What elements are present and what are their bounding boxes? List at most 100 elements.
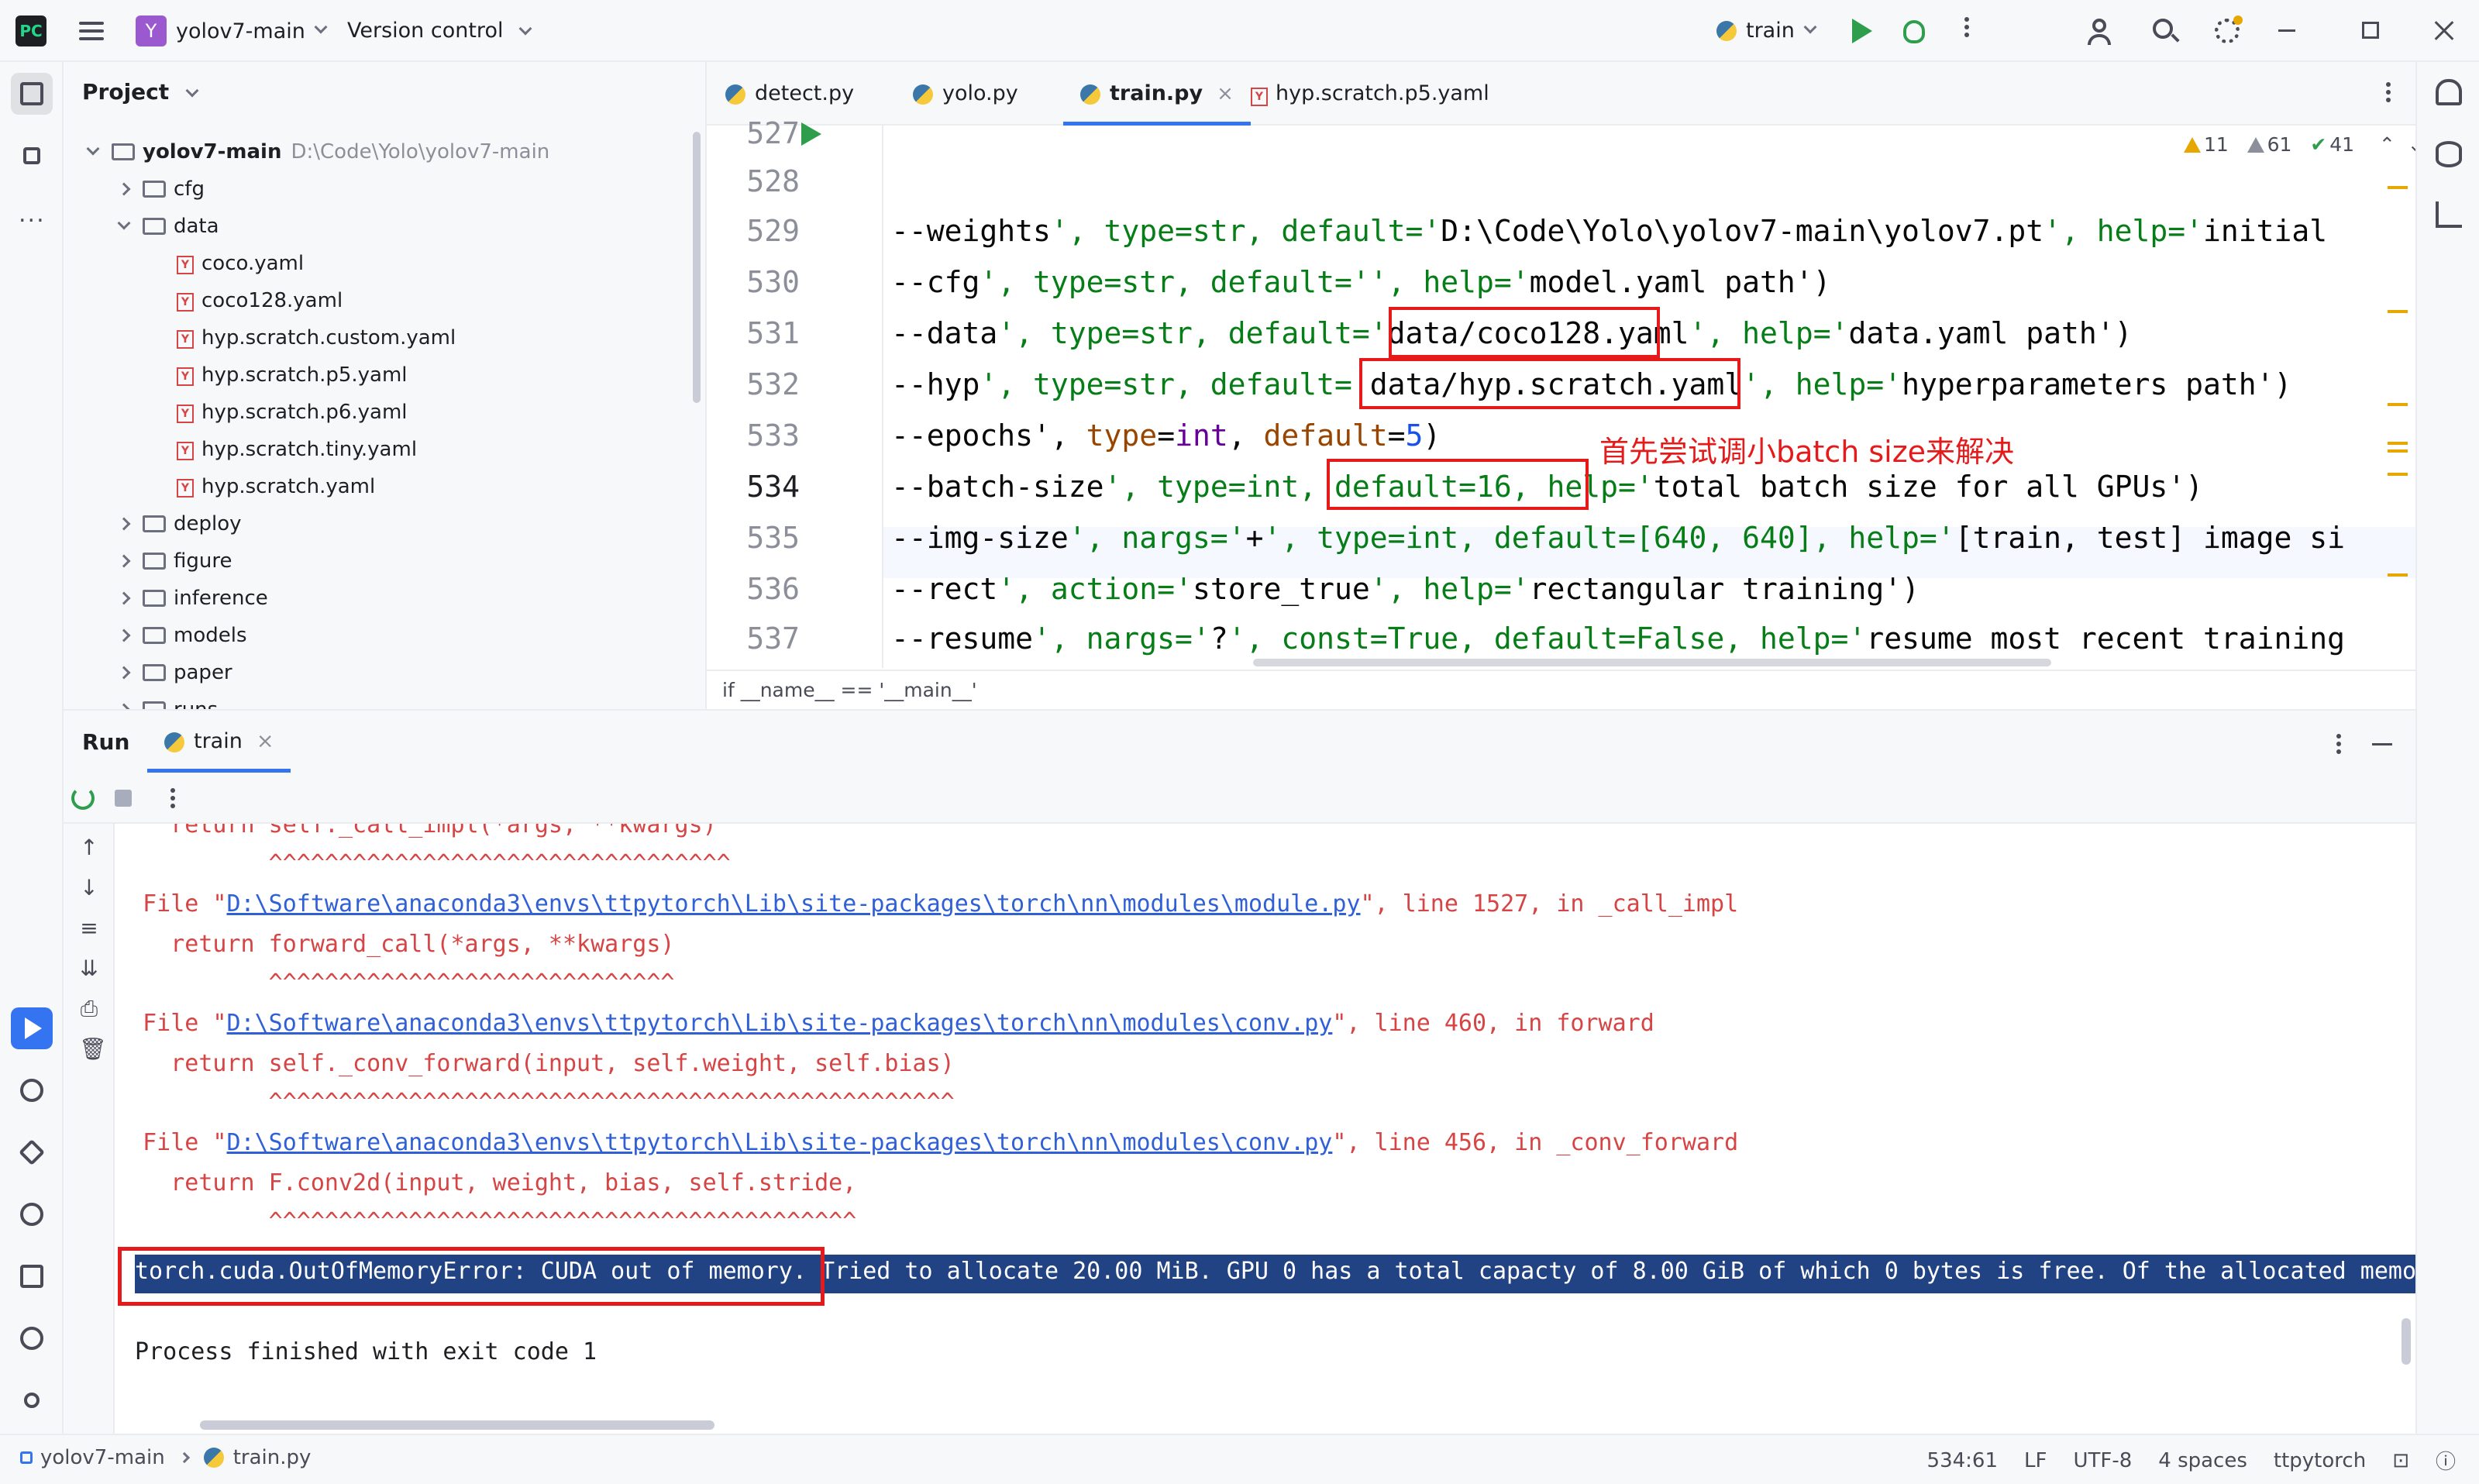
run-configuration-selector[interactable]: train xyxy=(1716,15,1817,47)
editor: detect.py yolo.py train.py × Yhyp.scratch… xyxy=(707,62,2424,710)
status-warning-icon[interactable]: ⓘ xyxy=(2436,1446,2456,1475)
project-tree-scrollbar[interactable] xyxy=(693,132,701,403)
services-tool-button[interactable] xyxy=(11,1193,53,1235)
debug-icon[interactable] xyxy=(1899,15,1930,46)
tree-folder-models[interactable]: models xyxy=(64,617,691,654)
python-packages-tool-button[interactable] xyxy=(11,1131,53,1173)
tree-folder-data[interactable]: data xyxy=(64,208,691,245)
window-close-button[interactable] xyxy=(2432,19,2457,43)
chevron-down-icon xyxy=(185,84,199,98)
status-project[interactable]: yolov7-main xyxy=(40,1446,165,1469)
tree-folder-cfg[interactable]: cfg xyxy=(64,170,691,208)
folder-icon xyxy=(143,701,166,709)
tree-folder-deploy[interactable]: deploy xyxy=(64,505,691,542)
scroll-down-icon[interactable]: ↓ xyxy=(79,875,99,900)
run-options-icon[interactable] xyxy=(2336,731,2341,757)
python-icon xyxy=(1716,21,1737,41)
tree-file-hyp-scratch-tiny-yaml[interactable]: Yhyp.scratch.tiny.yaml xyxy=(64,431,691,468)
settings-gear-icon[interactable] xyxy=(2212,15,2243,46)
weak-warning-icon xyxy=(2247,137,2264,153)
python-interpreter[interactable]: ttpytorch xyxy=(2274,1449,2366,1472)
code-line: --rect', action='store_true', help='rect… xyxy=(891,572,1920,606)
notifications-bell-icon[interactable] xyxy=(2436,79,2462,105)
structure-tool-button[interactable] xyxy=(11,135,53,177)
collapsed-arrow-icon xyxy=(117,517,131,531)
version-control-menu[interactable]: Version control xyxy=(347,15,532,47)
search-icon[interactable] xyxy=(2150,15,2181,46)
yaml-file-icon: Y xyxy=(177,256,194,274)
tab-close-icon[interactable]: × xyxy=(1217,82,1234,105)
run-more-icon[interactable] xyxy=(170,785,175,811)
indentation[interactable]: 4 spaces xyxy=(2158,1449,2247,1472)
tree-root-yolov7-main[interactable]: yolov7-main D:\Code\Yolo\yolov7-main xyxy=(64,133,691,170)
status-file[interactable]: train.py xyxy=(233,1446,312,1469)
run-tool-button[interactable] xyxy=(11,1007,53,1049)
pycharm-logo-icon[interactable]: PC xyxy=(15,15,46,46)
main-menu-icon[interactable] xyxy=(77,17,105,45)
tab-hyp-scratch-p5-yaml[interactable]: Yhyp.scratch.p5.yaml xyxy=(1251,62,1489,126)
project-switcher[interactable]: Y yolov7-main xyxy=(136,15,328,47)
tree-folder-runs[interactable]: runs xyxy=(64,691,691,709)
tree-file-coco-yaml[interactable]: Ycoco.yaml xyxy=(64,245,691,282)
problems-tool-button[interactable] xyxy=(11,1317,53,1359)
project-tool-button[interactable] xyxy=(11,73,53,115)
line-separator[interactable]: LF xyxy=(2024,1449,2047,1472)
tree-folder-paper[interactable]: paper xyxy=(64,654,691,691)
window-maximize-button[interactable] xyxy=(2362,22,2379,39)
tab-yolo-py[interactable]: yolo.py xyxy=(913,62,1018,126)
code-with-me-icon[interactable] xyxy=(2086,15,2117,46)
run-tab-close-icon[interactable]: × xyxy=(257,729,274,753)
inspection-widget[interactable]: 11 61 ✔41 ⌃ ⌄ xyxy=(2184,133,2424,156)
run-tab-train[interactable]: train × xyxy=(147,711,291,773)
line-number: 527 xyxy=(746,116,800,150)
read-only-lock-icon[interactable]: ⊡ xyxy=(2392,1449,2409,1472)
sciview-chart-icon[interactable] xyxy=(2436,201,2462,228)
tree-file-hyp-scratch-custom-yaml[interactable]: Yhyp.scratch.custom.yaml xyxy=(64,319,691,356)
database-icon[interactable] xyxy=(2436,141,2462,167)
run-icon[interactable] xyxy=(1846,15,1877,46)
collapsed-arrow-icon xyxy=(117,628,131,642)
git-tool-button[interactable] xyxy=(11,1379,53,1421)
run-gutter-icon[interactable] xyxy=(801,122,821,146)
line-number: 529 xyxy=(746,214,800,248)
highlight-box-batch-size-default xyxy=(1327,459,1589,510)
more-actions-icon[interactable] xyxy=(1951,14,1982,45)
code-line: --img-size', nargs='+', type=int, defaul… xyxy=(891,521,2346,555)
console-file-link[interactable]: D:\Software\anaconda3\envs\ttpytorch\Lib… xyxy=(227,1010,1333,1037)
scroll-to-end-icon[interactable]: ⇊ xyxy=(79,955,99,981)
editor-horizontal-scrollbar[interactable] xyxy=(1253,659,2051,666)
chevron-up-icon[interactable]: ⌃ xyxy=(2379,133,2395,156)
console-file-link[interactable]: D:\Software\anaconda3\envs\ttpytorch\Lib… xyxy=(227,890,1361,918)
tree-folder-figure[interactable]: figure xyxy=(64,542,691,580)
scroll-up-icon[interactable]: ↑ xyxy=(79,835,99,860)
tab-train-py[interactable]: train.py × xyxy=(1063,62,1251,126)
tree-item-label: runs xyxy=(174,698,218,709)
run-icon xyxy=(25,1017,42,1039)
hide-panel-icon[interactable] xyxy=(2372,742,2392,745)
soft-wrap-icon[interactable]: ≡ xyxy=(79,915,99,941)
tree-folder-inference[interactable]: inference xyxy=(64,580,691,617)
window-minimize-button[interactable] xyxy=(2278,29,2295,32)
code-breadcrumb[interactable]: if __name__ == '__main__' xyxy=(707,670,2415,710)
tree-file-hyp-scratch-p6-yaml[interactable]: Yhyp.scratch.p6.yaml xyxy=(64,394,691,431)
rerun-icon[interactable] xyxy=(71,787,95,810)
more-dots-icon: ... xyxy=(19,201,46,228)
project-panel-title[interactable]: Project xyxy=(82,79,199,105)
stop-icon[interactable] xyxy=(115,790,132,807)
tree-file-hyp-scratch-p5-yaml[interactable]: Yhyp.scratch.p5.yaml xyxy=(64,356,691,394)
clear-all-trash-icon[interactable]: 🗑 xyxy=(79,1036,107,1062)
console-file-link[interactable]: D:\Software\anaconda3\envs\ttpytorch\Lib… xyxy=(227,1129,1333,1156)
console-vertical-scrollbar[interactable] xyxy=(2402,1318,2411,1365)
more-tools-button[interactable]: ... xyxy=(11,194,53,236)
tree-file-coco128-yaml[interactable]: Ycoco128.yaml xyxy=(64,282,691,319)
collapsed-arrow-icon xyxy=(117,591,131,605)
caret-position[interactable]: 534:61 xyxy=(1927,1449,1998,1472)
python-console-tool-button[interactable] xyxy=(11,1069,53,1111)
console-output[interactable]: return self._call_impl(*args, **kwargs) … xyxy=(113,824,2415,1435)
tree-file-hyp-scratch-yaml[interactable]: Yhyp.scratch.yaml xyxy=(64,468,691,505)
tabs-menu-icon[interactable] xyxy=(2384,79,2392,105)
console-horizontal-scrollbar[interactable] xyxy=(200,1420,714,1430)
file-encoding[interactable]: UTF-8 xyxy=(2073,1449,2132,1472)
terminal-tool-button[interactable] xyxy=(11,1255,53,1297)
print-icon[interactable]: ⎙ xyxy=(79,996,99,1022)
